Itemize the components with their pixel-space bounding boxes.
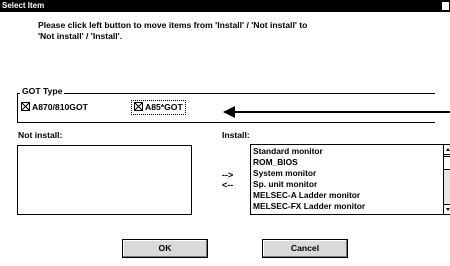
list-item[interactable]: ROM_BIOS [253, 157, 365, 168]
list-item[interactable]: System monitor [253, 168, 365, 179]
cancel-button[interactable]: Cancel [262, 239, 348, 258]
pointer-arrow-line [233, 111, 450, 113]
move-to-install-button[interactable]: --> [222, 171, 233, 180]
checkbox-a870-810got-label: A870/810GOT [32, 102, 88, 112]
install-label: Install: [222, 130, 250, 140]
install-scrollbar[interactable] [443, 145, 450, 214]
not-install-listbox[interactable] [17, 145, 192, 215]
install-items: Standard monitor ROM_BIOS System monitor… [253, 146, 365, 212]
instruction-line-2: 'Not install' / 'Install'. [38, 31, 123, 41]
instruction-line-1: Please click left button to move items f… [38, 20, 308, 30]
checkbox-a85got[interactable]: A85*GOT [131, 100, 186, 115]
list-item[interactable]: Sp. unit monitor [253, 179, 365, 190]
window-title: Select Item [2, 1, 45, 10]
close-button[interactable] [442, 2, 449, 10]
checkbox-a85got-label: A85*GOT [145, 102, 183, 112]
checkbox-a870-810got[interactable]: A870/810GOT [21, 102, 88, 113]
install-listbox[interactable]: Standard monitor ROM_BIOS System monitor… [250, 144, 450, 215]
instruction-text: Please click left button to move items f… [38, 20, 368, 42]
checkbox-checked-icon [21, 102, 30, 111]
list-item[interactable]: MELSEC-A Ladder monitor [253, 190, 365, 201]
title-bar: Select Item [0, 0, 450, 12]
move-to-not-install-button[interactable]: <-- [222, 181, 233, 190]
got-type-legend: GOT Type [20, 86, 65, 96]
scroll-down-arrow-icon[interactable] [444, 204, 450, 214]
ok-button[interactable]: OK [122, 239, 208, 258]
list-item[interactable]: Standard monitor [253, 146, 365, 157]
not-install-label: Not install: [18, 130, 63, 140]
checkbox-checked-icon [134, 102, 143, 111]
scroll-thumb[interactable] [444, 156, 450, 170]
scroll-up-arrow-icon[interactable] [444, 145, 450, 155]
list-item[interactable]: MELSEC-FX Ladder monitor [253, 201, 365, 212]
